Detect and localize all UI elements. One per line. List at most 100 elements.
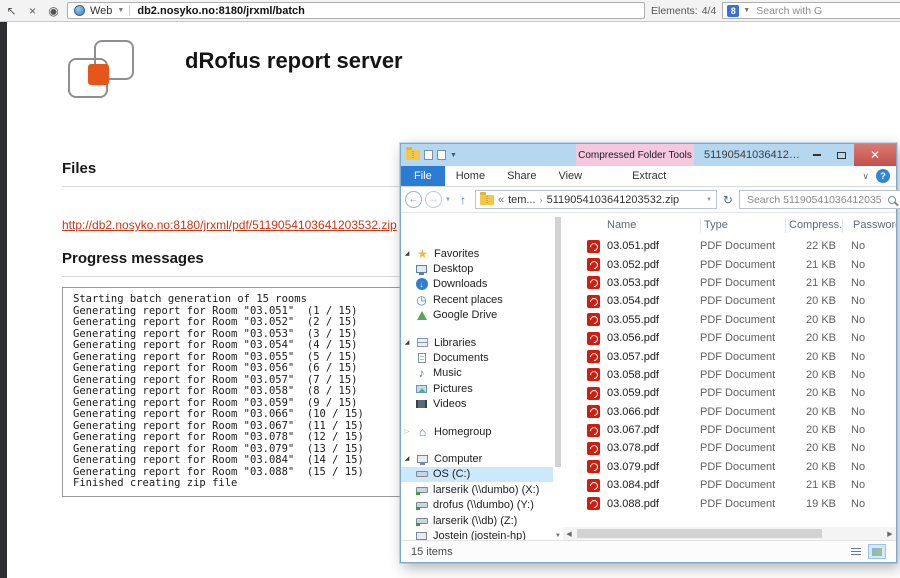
nav-group-label[interactable]: Libraries [434, 337, 476, 349]
scroll-down-icon[interactable]: ▼ [553, 533, 563, 539]
nav-item-drive-y[interactable]: drofus (\\dumbo) (Y:) [401, 497, 553, 512]
file-name[interactable]: 03.052.pdf [607, 259, 700, 271]
nav-item-label[interactable]: Downloads [433, 278, 487, 290]
file-name[interactable]: 03.059.pdf [607, 387, 700, 399]
file-name[interactable]: 03.053.pdf [607, 277, 700, 289]
close-button[interactable]: ✕ [854, 144, 896, 166]
close-icon[interactable]: × [25, 1, 40, 21]
tab-home[interactable]: Home [445, 166, 496, 186]
file-name[interactable]: 03.084.pdf [607, 479, 700, 491]
search-engine-icon[interactable]: 8 [727, 5, 739, 17]
nav-item-documents[interactable]: Documents [401, 350, 553, 365]
breadcrumb-current[interactable]: 5119054103641203532.zip [547, 194, 702, 206]
table-row[interactable]: 03.066.pdf PDF Document 20 KB No [563, 403, 896, 421]
tab-share[interactable]: Share [496, 166, 547, 186]
zip-download-link[interactable]: http://db2.nosyko.no:8180/jrxml/pdf/5119… [62, 218, 397, 232]
nav-group-computer[interactable]: ◢ Computer [401, 451, 553, 466]
nav-item-label[interactable]: larserik (\\dumbo) (X:) [433, 484, 539, 496]
history-chevron-icon[interactable]: ▼ [445, 197, 451, 203]
expand-triangle-icon[interactable]: ◢ [403, 250, 411, 257]
picker-arrow-icon[interactable]: ↖ [4, 1, 19, 21]
chevron-down-icon[interactable]: ▼ [450, 152, 457, 159]
nav-item-label[interactable]: Music [433, 367, 462, 379]
file-name[interactable]: 03.055.pdf [607, 314, 700, 326]
scroll-left-icon[interactable]: ◀ [563, 530, 575, 538]
record-icon[interactable]: ◉ [46, 1, 61, 21]
breadcrumb[interactable]: « tem... › 5119054103641203532.zip ▼ [475, 190, 717, 209]
nav-item-music[interactable]: ♪ Music [401, 366, 553, 381]
nav-item-label[interactable]: Documents [433, 352, 489, 364]
scroll-right-icon[interactable]: ▶ [884, 530, 896, 538]
file-name[interactable]: 03.056.pdf [607, 332, 700, 344]
table-row[interactable]: 03.057.pdf PDF Document 20 KB No [563, 347, 896, 365]
titlebar[interactable]: ▼ Compressed Folder Tools 51190541036412… [401, 144, 896, 166]
scrollbar-thumb[interactable] [555, 217, 561, 467]
nav-item-drive-z[interactable]: larserik (\\db) (Z:) [401, 513, 553, 528]
table-row[interactable]: 03.054.pdf PDF Document 20 KB No [563, 292, 896, 310]
collapsed-path-icon[interactable]: « [498, 194, 504, 206]
nav-group-libraries[interactable]: ◢ Libraries [401, 335, 553, 350]
toolbar-search[interactable]: 8 ▼ [722, 2, 900, 19]
file-name[interactable]: 03.057.pdf [607, 351, 700, 363]
scrollbar-thumb[interactable] [577, 529, 822, 538]
qat-button-icon[interactable] [424, 150, 433, 160]
expand-triangle-icon[interactable]: ◢ [403, 455, 411, 462]
forward-button[interactable]: → [425, 191, 442, 208]
nav-group-label[interactable]: Homegroup [434, 426, 491, 438]
expand-triangle-icon[interactable]: ◢ [403, 339, 411, 346]
nav-item-downloads[interactable]: ↓ Downloads [401, 277, 553, 292]
nav-item-label[interactable]: larserik (\\db) (Z:) [433, 515, 517, 527]
table-row[interactable]: 03.067.pdf PDF Document 20 KB No [563, 421, 896, 439]
table-row[interactable]: 03.051.pdf PDF Document 22 KB No [563, 237, 896, 255]
tab-file[interactable]: File [401, 166, 445, 186]
explorer-search[interactable] [739, 190, 900, 209]
file-name[interactable]: 03.088.pdf [607, 498, 700, 510]
file-name[interactable]: 03.058.pdf [607, 369, 700, 381]
table-row[interactable]: 03.088.pdf PDF Document 19 KB No [563, 494, 896, 512]
nav-item-recent-places[interactable]: ◷ Recent places [401, 292, 553, 307]
tab-view[interactable]: View [547, 166, 593, 186]
file-name[interactable]: 03.079.pdf [607, 461, 700, 473]
table-row[interactable]: 03.053.pdf PDF Document 21 KB No [563, 274, 896, 292]
mode-label[interactable]: Web [90, 5, 112, 17]
back-button[interactable]: ← [405, 191, 422, 208]
minimize-ribbon-icon[interactable]: ∨ [862, 171, 869, 182]
nav-item-os-c[interactable]: OS (C:) [401, 467, 553, 482]
nav-group-label[interactable]: Favorites [434, 248, 479, 260]
explorer-search-input[interactable] [745, 193, 884, 207]
collapse-triangle-icon[interactable]: ▷ [403, 428, 411, 435]
url-input[interactable] [135, 4, 638, 18]
qat-button-icon[interactable] [437, 150, 446, 160]
nav-item-videos[interactable]: Videos [401, 397, 553, 412]
search-input[interactable] [754, 4, 900, 18]
horizontal-scrollbar[interactable]: ◀ ▶ [563, 527, 896, 540]
help-icon[interactable]: ? [876, 169, 890, 183]
table-row[interactable]: 03.052.pdf PDF Document 21 KB No [563, 255, 896, 273]
file-name[interactable]: 03.078.pdf [607, 442, 700, 454]
file-name[interactable]: 03.051.pdf [607, 240, 700, 252]
column-header-password[interactable]: Password [842, 218, 896, 233]
column-header-type[interactable]: Type [700, 218, 785, 233]
thumbnails-view-button[interactable] [868, 544, 886, 559]
nav-item-label[interactable]: Videos [433, 398, 466, 410]
table-row[interactable]: 03.056.pdf PDF Document 20 KB No [563, 329, 896, 347]
nav-group-homegroup[interactable]: ▷ ⌂ Homegroup [401, 424, 553, 439]
nav-item-desktop[interactable]: Desktop [401, 261, 553, 276]
nav-item-drive-x[interactable]: larserik (\\dumbo) (X:) [401, 482, 553, 497]
address-bar[interactable]: Web ▼ [67, 2, 645, 19]
nav-item-label[interactable]: Google Drive [433, 309, 497, 321]
table-row[interactable]: 03.084.pdf PDF Document 21 KB No [563, 476, 896, 494]
nav-group-favorites[interactable]: ◢ ★ Favorites [401, 246, 553, 261]
contextual-tab-header[interactable]: Compressed Folder Tools [576, 144, 694, 166]
table-row[interactable]: 03.055.pdf PDF Document 20 KB No [563, 311, 896, 329]
file-name[interactable]: 03.054.pdf [607, 295, 700, 307]
details-view-button[interactable] [847, 544, 865, 559]
tab-extract[interactable]: Extract [621, 166, 677, 186]
minimize-button[interactable] [804, 144, 829, 166]
table-row[interactable]: 03.059.pdf PDF Document 20 KB No [563, 384, 896, 402]
nav-item-label[interactable]: Pictures [433, 383, 473, 395]
up-button[interactable]: ↑ [454, 191, 472, 208]
table-row[interactable]: 03.058.pdf PDF Document 20 KB No [563, 366, 896, 384]
nav-item-label[interactable]: OS (C:) [433, 468, 470, 480]
address-dropdown-icon[interactable]: ▼ [706, 197, 712, 203]
